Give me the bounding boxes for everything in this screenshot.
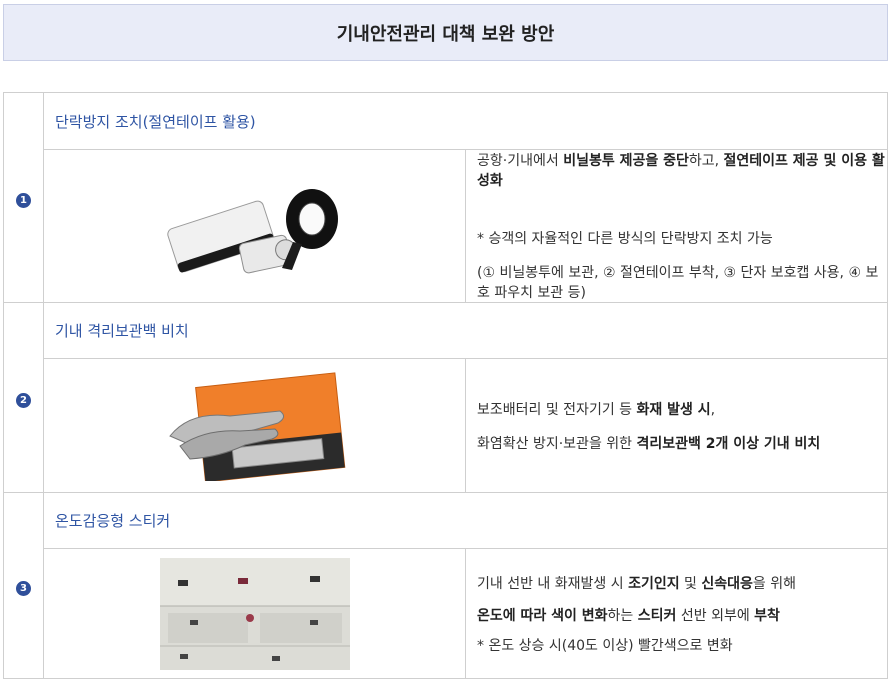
line-segment: 공항·기내에서 bbox=[477, 153, 564, 169]
line-segment: 을 위해 bbox=[752, 575, 796, 592]
battery-and-tape-illustration bbox=[166, 188, 338, 273]
containment-bag-illustration bbox=[168, 371, 345, 481]
line-segment-bold: 온도에 따라 색이 변화 bbox=[477, 607, 608, 624]
line-segment-bold: 비닐봉투 제공을 중단 bbox=[563, 153, 689, 169]
item-3-description: 기내 선반 내 화재발생 시 조기인지 및 신속대응을 위해 온도에 따라 색이… bbox=[465, 548, 888, 679]
item-3-number-badge: 3 bbox=[16, 580, 31, 596]
item-2-number-cell: 2 bbox=[3, 302, 44, 493]
item-1-note: * 승객의 자율적인 다른 방식의 단락방지 조치 가능 bbox=[477, 231, 773, 247]
item-1-number-badge: 1 bbox=[16, 192, 31, 208]
item-2-line-1: 보조배터리 및 전자기기 등 화재 발생 시, bbox=[477, 399, 887, 419]
line-segment: 보조배터리 및 전자기기 등 bbox=[477, 401, 637, 418]
item-1-heading: 단락방지 조치(절연테이프 활용) bbox=[43, 92, 888, 150]
item-2-heading: 기내 격리보관백 비치 bbox=[43, 302, 888, 359]
item-1-description: 공항·기내에서 비닐봉투 제공을 중단하고, 절연테이프 제공 및 이용 활성화… bbox=[465, 149, 888, 303]
item-3-line-2: 온도에 따라 색이 변화하는 스티커 선반 외부에 부착 bbox=[477, 605, 887, 625]
overhead-bin-illustration bbox=[159, 557, 350, 670]
item-3-note: * 온도 상승 시(40도 이상) 빨간색으로 변화 bbox=[477, 637, 733, 654]
line-segment: 선반 외부에 bbox=[676, 607, 755, 624]
line-segment: 하고, bbox=[688, 153, 724, 169]
item-2-image bbox=[43, 358, 466, 493]
item-2-number-badge: 2 bbox=[16, 392, 31, 408]
item-1-number-cell: 1 bbox=[3, 92, 44, 303]
line-segment: 하는 bbox=[607, 607, 638, 624]
item-1-line-1: 공항·기내에서 비닐봉투 제공을 중단하고, 절연테이프 제공 및 이용 활성화 bbox=[477, 150, 887, 190]
page-title: 기내안전관리 대책 보완 방안 bbox=[3, 4, 888, 61]
line-segment-bold: 격리보관백 2개 이상 기내 비치 bbox=[636, 435, 821, 452]
line-segment-bold: 조기인지 bbox=[628, 575, 680, 592]
item-1-image bbox=[43, 149, 466, 303]
line-segment-bold: 부착 bbox=[754, 607, 780, 624]
line-segment: 및 bbox=[679, 575, 702, 592]
line-segment-bold: 스티커 bbox=[637, 607, 677, 624]
item-3-image bbox=[43, 548, 466, 679]
item-3-number-cell: 3 bbox=[3, 492, 44, 679]
item-2-description: 보조배터리 및 전자기기 등 화재 발생 시, 화염확산 방지·보관을 위한 격… bbox=[465, 358, 888, 493]
item-2-line-2: 화염확산 방지·보관을 위한 격리보관백 2개 이상 기내 비치 bbox=[477, 433, 887, 453]
item-1-note-examples: (① 비닐봉투에 보관, ② 절연테이프 부착, ③ 단자 보호캡 사용, ④ … bbox=[477, 265, 879, 301]
line-segment-bold: 화재 발생 시 bbox=[636, 401, 711, 418]
measures-table: 1 단락방지 조치(절연테이프 활용) 공항·기내에서 비닐봉투 제공을 중단하… bbox=[3, 92, 888, 679]
line-segment: 화염확산 방지·보관을 위한 bbox=[477, 435, 637, 452]
item-3-line-1: 기내 선반 내 화재발생 시 조기인지 및 신속대응을 위해 bbox=[477, 573, 887, 593]
line-segment: 기내 선반 내 화재발생 시 bbox=[477, 575, 629, 592]
line-segment: , bbox=[710, 401, 716, 418]
line-segment-bold: 신속대응 bbox=[701, 575, 753, 592]
item-3-heading: 온도감응형 스티커 bbox=[43, 492, 888, 549]
